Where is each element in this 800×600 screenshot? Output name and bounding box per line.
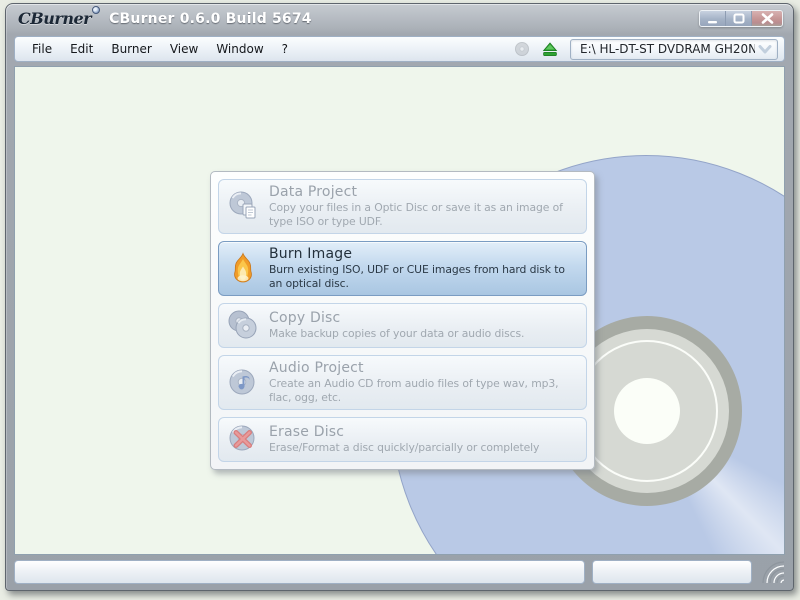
client-area: Data Project Copy your files in a Optic …: [14, 66, 785, 555]
item-description: Burn existing ISO, UDF or CUE images fro…: [269, 263, 565, 290]
cd-hub-hole: [614, 378, 680, 444]
refresh-drive-button[interactable]: [513, 41, 531, 57]
chevron-down-icon[interactable]: [755, 41, 775, 58]
menu-help[interactable]: ?: [273, 39, 297, 59]
maximize-button[interactable]: [726, 11, 752, 26]
item-description: Copy your files in a Optic Disc or save …: [269, 201, 563, 228]
menu-item-burn-image[interactable]: Burn Image Burn existing ISO, UDF or CUE…: [218, 241, 587, 296]
minimize-icon: [707, 20, 717, 23]
close-button[interactable]: [752, 11, 782, 26]
status-bar: [14, 560, 785, 584]
app-logo-text: CBurner: [18, 9, 92, 28]
main-menu-panel: Data Project Copy your files in a Optic …: [210, 171, 595, 470]
menu-item-audio-project[interactable]: Audio Project Create an Audio CD from au…: [218, 355, 587, 410]
item-description: Create an Audio CD from audio files of t…: [269, 377, 559, 404]
item-title: Copy Disc: [269, 309, 341, 326]
item-title: Erase Disc: [269, 423, 345, 440]
menu-item-data-project[interactable]: Data Project Copy your files in a Optic …: [218, 179, 587, 234]
menu-burner[interactable]: Burner: [102, 39, 160, 59]
app-window: CBurner CBurner 0.6.0 Build 5674 File Ed…: [5, 3, 794, 591]
audio-disc-icon: [225, 366, 261, 398]
status-panel-right: [592, 560, 752, 584]
erase-disc-icon: [225, 423, 261, 455]
item-title: Data Project: [269, 184, 358, 200]
app-logo: CBurner: [18, 6, 101, 28]
logo-disc-icon: [92, 6, 101, 14]
window-body: File Edit Burner View Window ? E:\ HL-DT…: [6, 33, 793, 590]
data-disc-icon: [225, 190, 261, 222]
close-icon: [761, 13, 773, 24]
status-panel-left: [14, 560, 585, 584]
menu-window[interactable]: Window: [207, 39, 272, 59]
minimize-button[interactable]: [700, 11, 726, 26]
item-title: Audio Project: [269, 360, 364, 376]
resize-grip[interactable]: [759, 560, 785, 584]
menu-edit[interactable]: Edit: [61, 39, 102, 59]
drive-selector[interactable]: E:\ HL-DT-ST DVDRAM GH20NS10: [570, 38, 778, 60]
menu-bar: File Edit Burner View Window ? E:\ HL-DT…: [14, 36, 785, 62]
menu-item-erase-disc[interactable]: Erase Disc Erase/Format a disc quickly/p…: [218, 417, 587, 462]
item-description: Make backup copies of your data or audio…: [269, 326, 525, 340]
menu-file[interactable]: File: [23, 39, 61, 59]
resize-grip-icon: [762, 561, 784, 583]
maximize-icon: [733, 13, 744, 24]
window-title: CBurner 0.6.0 Build 5674: [109, 10, 312, 27]
item-description: Erase/Format a disc quickly/parcially or…: [269, 440, 540, 454]
drive-selector-value: E:\ HL-DT-ST DVDRAM GH20NS10: [580, 42, 755, 56]
title-bar: CBurner CBurner 0.6.0 Build 5674: [6, 4, 793, 33]
item-title: Burn Image: [269, 246, 353, 262]
disc-icon: [515, 42, 529, 56]
flame-icon: [225, 252, 261, 284]
menu-item-copy-disc[interactable]: Copy Disc Make backup copies of your dat…: [218, 303, 587, 348]
window-controls: [699, 10, 783, 27]
copy-disc-icon: [225, 309, 261, 341]
menu-view[interactable]: View: [161, 39, 207, 59]
eject-button[interactable]: [541, 41, 559, 57]
eject-icon: [542, 41, 558, 56]
